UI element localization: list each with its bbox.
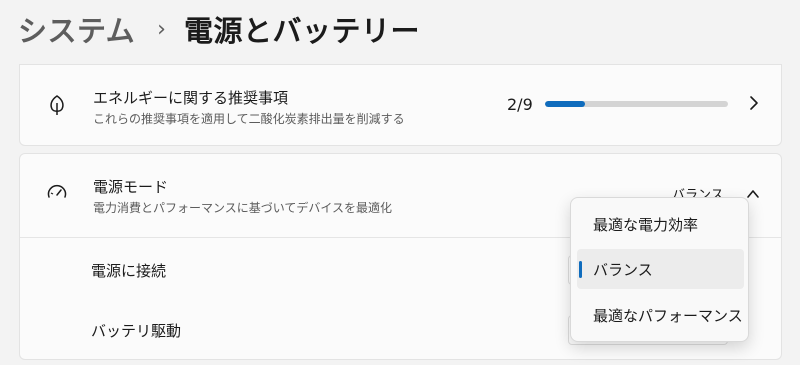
- menu-item-best-performance[interactable]: 最適なパフォーマンス: [577, 295, 744, 335]
- menu-item-best-power-efficiency[interactable]: 最適な電力効率: [577, 204, 744, 244]
- recommendations-progress-bar: [545, 101, 728, 107]
- energy-recommendations-card[interactable]: エネルギーに関する推奨事項 これらの推奨事項を適用して二酸化炭素排出量を削減する…: [19, 64, 782, 146]
- power-mode-subtitle: 電力消費とパフォーマンスに基づいてデバイスを最適化: [93, 201, 393, 215]
- menu-item-balanced[interactable]: バランス: [577, 249, 744, 289]
- energy-recommendations-title: エネルギーに関する推奨事項: [93, 89, 289, 107]
- chevron-up-icon[interactable]: [745, 186, 761, 200]
- page-title: 電源とバッテリー: [183, 14, 420, 48]
- menu-item-label: バランス: [593, 260, 653, 279]
- menu-item-label: 最適なパフォーマンス: [593, 306, 743, 325]
- speedometer-icon: [46, 182, 68, 204]
- recommendations-progress-count: 2/9: [507, 95, 533, 114]
- menu-item-label: 最適な電力効率: [593, 215, 699, 234]
- on-battery-label: バッテリ駆動: [91, 322, 182, 340]
- progress-bar-fill: [545, 101, 586, 107]
- breadcrumb-separator-icon: ›: [157, 16, 166, 42]
- selection-indicator: [579, 261, 582, 278]
- breadcrumb: システム › 電源とバッテリー: [18, 4, 420, 54]
- settings-window: システム › 電源とバッテリー エネルギーに関する推奨事項 これらの推奨事項を適…: [0, 0, 800, 365]
- plugged-in-label: 電源に接続: [91, 262, 167, 280]
- power-mode-flyout-menu: 最適な電力効率 バランス 最適なパフォーマンス: [570, 197, 749, 342]
- breadcrumb-parent-link[interactable]: システム: [18, 8, 135, 50]
- chevron-right-icon[interactable]: [747, 93, 761, 113]
- energy-recommendations-subtitle: これらの推奨事項を適用して二酸化炭素排出量を削減する: [93, 112, 405, 126]
- power-mode-title: 電源モード: [93, 178, 169, 196]
- leaf-icon: [46, 94, 68, 116]
